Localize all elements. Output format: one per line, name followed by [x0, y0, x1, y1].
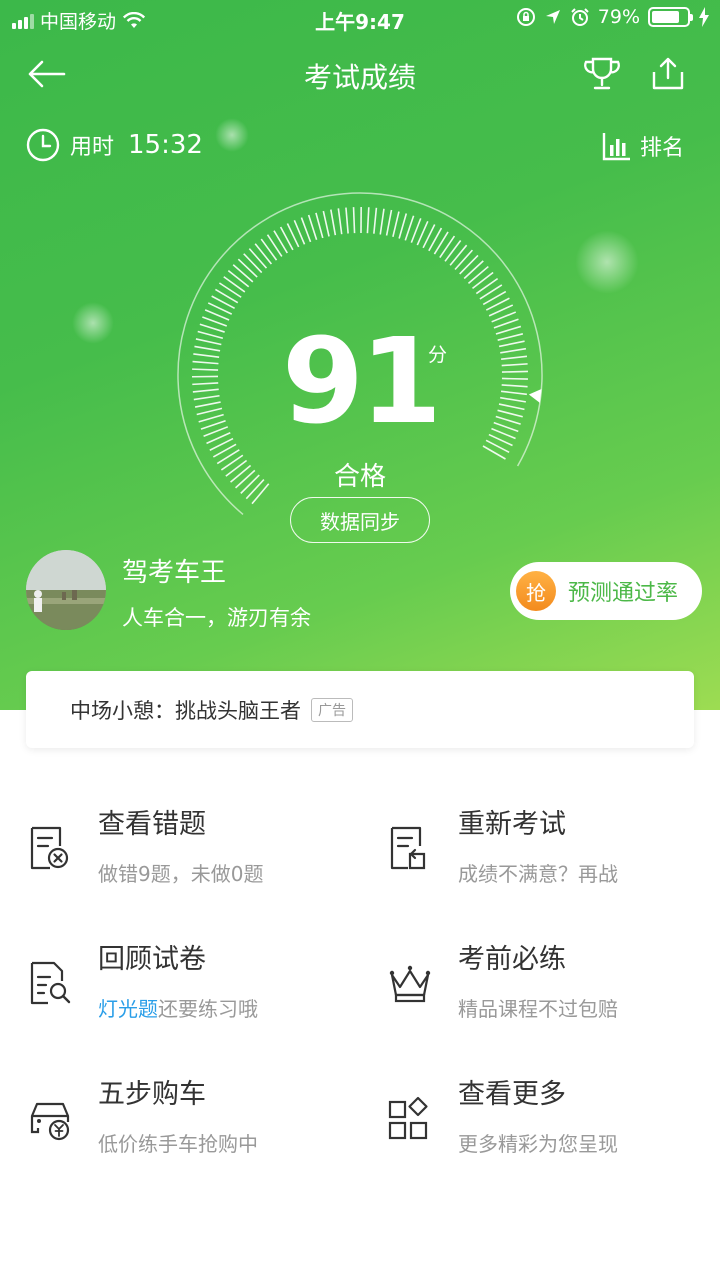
menu-subtitle: 更多精彩为您呈现 [458, 1132, 618, 1156]
menu-title: 五步购车 [98, 1079, 206, 1110]
nav-bar: 考试成绩 [0, 40, 720, 110]
menu-subtitle: 成绩不满意？再战 [458, 862, 618, 886]
share-button[interactable] [646, 52, 690, 96]
gauge-tick [366, 207, 370, 234]
charging-icon [699, 7, 709, 27]
gauge-tick [385, 209, 393, 236]
more-grid-icon [388, 1096, 428, 1140]
menu-subtitle: 灯光题还要练习哦 [98, 993, 258, 1022]
gauge-tick [266, 234, 283, 257]
avatar-photo [26, 550, 106, 630]
gauge-tick [352, 207, 356, 234]
score-header: 中国移动 上午9:47 79% 考试成绩 用时 15:32 排名 91 分 合格… [0, 0, 720, 710]
gauge-tick [449, 244, 468, 266]
car-purchase-icon [30, 1102, 70, 1141]
score-unit: 分 [428, 344, 448, 366]
gauge-tick [307, 214, 318, 241]
predict-label: 预测通过率 [568, 581, 679, 606]
menu-subtitle-rest: 还要练习哦 [158, 997, 258, 1021]
rank-label: 排名 [639, 136, 684, 161]
gauge-tick [472, 271, 494, 289]
gauge-tick [463, 260, 484, 280]
gauge-tick [243, 253, 263, 274]
menu-item-more[interactable]: 查看更多 更多精彩为您呈现 [386, 1072, 720, 1182]
score-value: 91 [281, 312, 442, 450]
elapsed-time-label: 用时 [70, 135, 115, 160]
gauge-tick [237, 258, 258, 278]
gauge-tick [260, 238, 278, 261]
predict-pass-rate-button[interactable]: 抢 预测通过率 [510, 562, 702, 620]
gauge-tick [433, 231, 449, 255]
gauge-tick [322, 210, 330, 237]
menu-subtitle: 精品课程不过包赔 [458, 997, 618, 1021]
gauge-tick [232, 264, 254, 283]
gauge-tick [330, 209, 337, 236]
menu-item-retake-exam[interactable]: 重新考试 成绩不满意？再战 [386, 802, 720, 912]
elapsed-time: 用时 15:32 [26, 128, 203, 162]
gauge-tick [379, 208, 385, 235]
trophy-icon [584, 57, 620, 90]
gauge-tick [223, 276, 246, 293]
ad-tag: 广告 [311, 697, 353, 722]
gauge-tick [444, 239, 462, 262]
bokeh-light [215, 118, 249, 152]
status-bar: 中国移动 上午9:47 79% [0, 0, 720, 38]
highlight-text: 灯光题 [98, 997, 158, 1021]
menu-subtitle: 低价练手车抢购中 [98, 1132, 258, 1156]
gauge-tick [345, 207, 349, 234]
menu-title: 重新考试 [458, 809, 566, 840]
gauge-tick [254, 243, 273, 265]
rank-button[interactable]: 排名 [602, 130, 684, 162]
gauge-tick [475, 277, 499, 295]
gauge-tick [467, 265, 489, 284]
ad-banner[interactable]: 中场小憩：挑战头脑王者 广告 [26, 671, 694, 748]
review-paper-icon [30, 961, 71, 1005]
crown-icon [389, 965, 431, 1003]
battery-icon [648, 7, 693, 27]
location-icon [545, 10, 560, 24]
pass-status: 合格 [333, 462, 386, 492]
gauge-tick [439, 235, 456, 259]
bar-chart-icon [602, 133, 630, 161]
gauge-tick [218, 282, 242, 298]
elapsed-time-value: 15:32 [128, 130, 203, 160]
wrong-questions-icon [30, 826, 69, 870]
gauge-tick [392, 211, 400, 238]
alarm-icon [571, 8, 589, 26]
gauge-tick [373, 207, 378, 234]
menu-item-review-paper[interactable]: 回顾试卷 灯光题还要练习哦 [26, 937, 366, 1047]
data-sync-button[interactable]: 数据同步 [290, 497, 430, 543]
menu-item-pre-exam-practice[interactable]: 考前必练 精品课程不过包赔 [386, 937, 720, 1047]
predict-badge: 抢 [516, 571, 556, 611]
gauge-tick [315, 212, 324, 239]
menu-item-buy-car[interactable]: 五步购车 低价练手车抢购中 [26, 1072, 366, 1182]
user-subtitle: 人车合一，游刃有余 [122, 606, 311, 630]
gauge-tick [248, 248, 268, 269]
avatar[interactable] [26, 550, 106, 630]
share-icon [652, 57, 684, 90]
gauge-tick [227, 270, 250, 288]
retake-exam-icon [390, 826, 426, 870]
gauge-tick [404, 215, 415, 241]
trophy-button[interactable] [580, 52, 624, 96]
menu-item-wrong-questions[interactable]: 查看错题 做错9题，未做0题 [26, 802, 366, 912]
gauge-tick [479, 284, 503, 300]
orientation-lock-icon [516, 8, 535, 26]
menu-title: 查看错题 [98, 809, 206, 840]
ad-text: 中场小憩：挑战头脑王者 [70, 698, 301, 723]
clock-icon [26, 128, 60, 162]
user-title: 驾考车王 [122, 558, 227, 588]
gauge-tick [398, 213, 408, 239]
gauge-tick [454, 249, 474, 271]
menu-title: 查看更多 [458, 1079, 566, 1110]
menu-title: 考前必练 [458, 944, 566, 975]
battery-percent: 79% [597, 6, 640, 28]
menu-title: 回顾试卷 [98, 944, 206, 975]
gauge-tick [459, 254, 479, 275]
gauge-tick [337, 208, 343, 235]
menu-subtitle: 做错9题，未做0题 [98, 862, 264, 886]
bokeh-light [575, 230, 639, 294]
